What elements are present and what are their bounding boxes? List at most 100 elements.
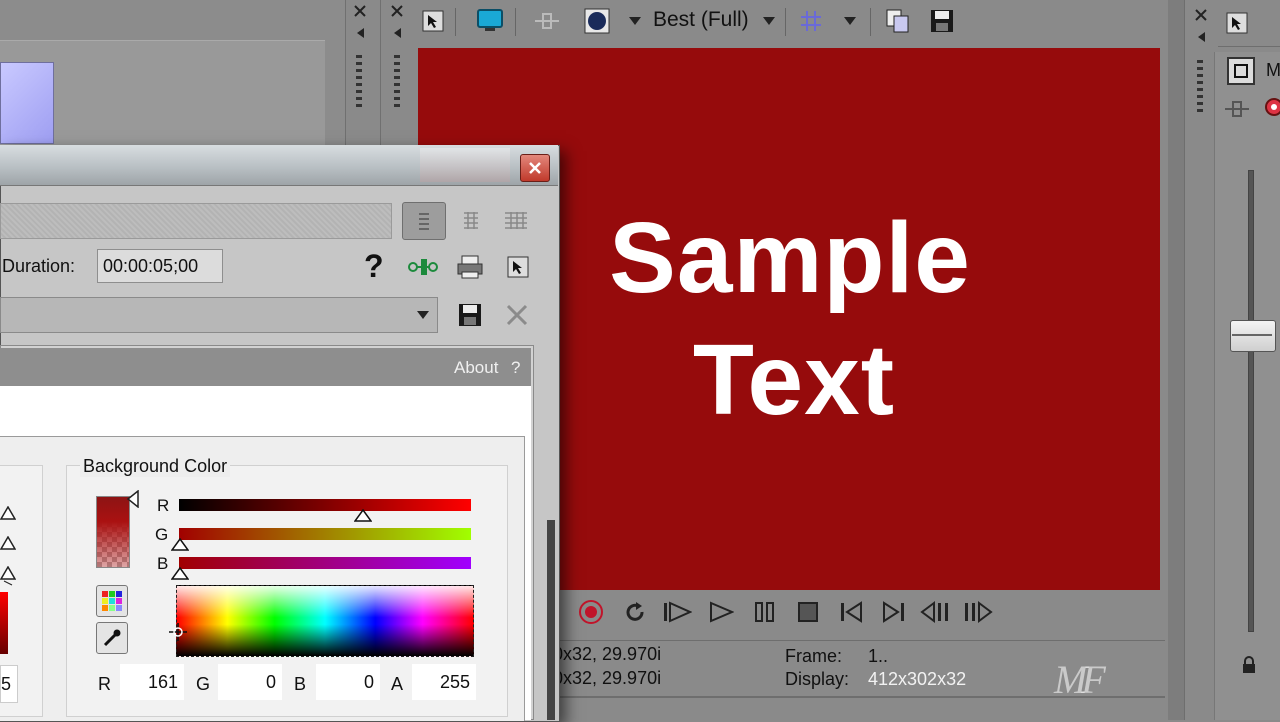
mixer-panel <box>1214 52 1280 720</box>
palette-button[interactable] <box>96 585 128 617</box>
toolbar-separator <box>1218 46 1280 47</box>
slider-label-r: R <box>157 496 170 515</box>
preset-dropdown[interactable] <box>0 297 438 333</box>
about-link[interactable]: About <box>454 358 498 378</box>
loop-icon[interactable] <box>620 597 650 627</box>
select-arrow-icon[interactable] <box>1222 8 1252 38</box>
select-arrow-icon[interactable] <box>418 6 448 36</box>
slider-thumb-g[interactable] <box>170 537 190 551</box>
duration-field[interactable]: 00:00:05;00 <box>97 249 223 283</box>
eyedropper-button[interactable] <box>96 622 128 654</box>
project-info: 0x32, 29.970i <box>553 644 662 664</box>
keyframe-icon[interactable] <box>408 252 438 282</box>
plugin-header <box>0 348 531 386</box>
toolbar-separator <box>455 8 456 36</box>
slider-thumb-r[interactable] <box>353 508 373 522</box>
toolbar-separator <box>785 8 786 36</box>
dropdown-arrow-icon[interactable] <box>754 6 784 36</box>
channel-label-g: G <box>196 674 211 694</box>
overlay-icon[interactable] <box>582 6 612 36</box>
dropdown-arrow-icon[interactable] <box>835 6 865 36</box>
split-icon[interactable] <box>1222 94 1252 124</box>
play-from-start-icon[interactable] <box>662 597 692 627</box>
play-icon[interactable] <box>706 597 736 627</box>
pin-icon[interactable] <box>1186 22 1216 52</box>
frame-value: 1.. <box>868 646 889 666</box>
slider-label-g: G <box>155 525 169 544</box>
text-color-slider-r[interactable] <box>0 505 17 520</box>
slider-track-b[interactable] <box>179 557 471 569</box>
dialog-close-button[interactable] <box>520 154 550 182</box>
pin-icon[interactable] <box>345 18 375 48</box>
background-color-title: Background Color <box>80 456 231 477</box>
preview-info: 0x32, 29.970i <box>553 668 662 688</box>
record-icon[interactable] <box>576 597 606 627</box>
display-label: Display: <box>785 669 850 689</box>
eyedropper-icon <box>103 629 121 647</box>
list-view-icon <box>419 213 429 230</box>
view-mode-detail-icon[interactable] <box>501 205 531 235</box>
spectrum-crosshair[interactable] <box>168 622 188 642</box>
preset-bar[interactable] <box>0 203 392 239</box>
channel-field-a[interactable]: 255 <box>412 664 476 700</box>
fader-track[interactable] <box>1248 170 1254 632</box>
lock-icon[interactable] <box>1234 650 1264 680</box>
grid-icon[interactable] <box>796 6 826 36</box>
about-help-link[interactable]: ? <box>511 358 520 378</box>
delete-icon[interactable] <box>502 300 532 330</box>
grip-dots[interactable] <box>356 55 362 110</box>
save-icon[interactable] <box>455 300 485 330</box>
status-separator <box>555 640 1165 641</box>
channel-field-b[interactable]: 0 <box>316 664 380 700</box>
grip-dots[interactable] <box>1197 60 1203 115</box>
mixer-label: M <box>1266 60 1280 80</box>
help-icon[interactable]: ? <box>364 248 384 285</box>
bottom-border <box>555 696 1165 698</box>
channel-label-r: R <box>98 674 111 694</box>
channel-label-b: B <box>294 674 307 694</box>
slider-track-g[interactable] <box>179 528 471 540</box>
pause-icon[interactable] <box>750 597 780 627</box>
next-marker-icon[interactable] <box>963 597 993 627</box>
print-icon[interactable] <box>455 252 485 282</box>
copy-icon[interactable] <box>883 6 913 36</box>
gear-icon[interactable] <box>1262 96 1280 118</box>
master-bus-icon[interactable] <box>1226 56 1256 86</box>
color-spectrum[interactable] <box>176 585 474 657</box>
text-color-slider-b[interactable] <box>0 565 17 586</box>
stop-icon[interactable] <box>793 597 823 627</box>
pin-icon[interactable] <box>382 18 412 48</box>
dropdown-arrow-icon[interactable] <box>620 6 650 36</box>
channel-field-g[interactable]: 0 <box>218 664 282 700</box>
prev-frame-icon[interactable] <box>836 597 866 627</box>
display-value: 412x302x32 <box>868 669 967 689</box>
save-icon[interactable] <box>927 6 957 36</box>
select-arrow-icon[interactable] <box>503 252 533 282</box>
color-swatch[interactable] <box>96 496 130 568</box>
media-thumbnail[interactable] <box>0 62 54 144</box>
channel-field-r[interactable]: 161 <box>120 664 184 700</box>
quality-select[interactable]: Best (Full) <box>653 8 749 32</box>
view-mode-list-button[interactable] <box>402 202 446 240</box>
view-mode-thumb-icon[interactable] <box>456 205 486 235</box>
monitor-icon[interactable] <box>475 6 505 36</box>
dropdown-arrow-icon[interactable] <box>408 300 438 330</box>
slider-track-r[interactable] <box>179 499 471 511</box>
toolbar-separator <box>515 8 516 36</box>
dialog-title-glass <box>420 148 510 182</box>
fader-handle[interactable] <box>1230 320 1276 352</box>
fader-handle-groove <box>1232 334 1272 336</box>
next-frame-icon[interactable] <box>879 597 909 627</box>
plugin-scrollbar[interactable] <box>547 520 555 720</box>
duration-label: Duration: <box>2 256 76 276</box>
slider-label-b: B <box>157 554 169 573</box>
swatch-alpha-marker[interactable] <box>126 489 140 509</box>
grip-dots[interactable] <box>394 55 400 110</box>
slider-thumb-b[interactable] <box>170 566 190 580</box>
text-color-gradient[interactable] <box>0 592 8 654</box>
text-color-slider-g[interactable] <box>0 535 17 550</box>
text-color-value-fragment[interactable]: 5 <box>0 665 18 703</box>
prev-marker-icon[interactable] <box>920 597 950 627</box>
channel-label-a: A <box>391 674 404 694</box>
split-icon[interactable] <box>532 6 562 36</box>
